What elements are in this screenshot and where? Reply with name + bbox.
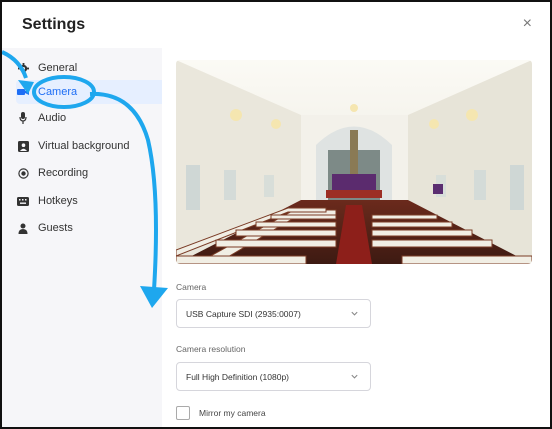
settings-sidebar: General Camera Audio Virtual background … <box>2 48 162 427</box>
sidebar-item-audio[interactable]: Audio <box>16 106 162 130</box>
sidebar-item-label: Hotkeys <box>38 195 78 207</box>
sidebar-item-label: Guests <box>38 222 73 234</box>
person-icon <box>16 221 30 235</box>
mirror-camera-checkbox[interactable] <box>176 406 190 420</box>
dialog-title: Settings <box>22 16 86 33</box>
camera-preview <box>176 60 532 264</box>
sidebar-item-recording[interactable]: Recording <box>16 161 162 185</box>
sidebar-item-guests[interactable]: Guests <box>16 216 162 240</box>
camera-select-value: USB Capture SDI (2935:0007) <box>186 308 301 319</box>
mirror-camera-label: Mirror my camera <box>199 408 266 418</box>
chevron-down-icon <box>351 374 358 379</box>
image-icon <box>16 139 30 153</box>
microphone-icon <box>16 111 30 125</box>
sidebar-item-general[interactable]: General <box>16 56 162 80</box>
settings-dialog: Settings × General Camera Audio Virtual … <box>0 0 552 429</box>
chevron-down-icon <box>351 311 358 316</box>
record-icon <box>16 166 30 180</box>
camera-icon <box>16 85 30 99</box>
camera-resolution-value: Full High Definition (1080p) <box>186 371 289 382</box>
camera-select[interactable]: USB Capture SDI (2935:0007) <box>176 299 371 328</box>
close-icon[interactable]: × <box>523 16 532 32</box>
sidebar-item-label: General <box>38 62 78 74</box>
gear-icon <box>16 61 30 75</box>
sidebar-item-camera[interactable]: Camera <box>16 80 162 104</box>
sidebar-item-label: Audio <box>38 112 67 124</box>
sidebar-item-virtual-background[interactable]: Virtual background <box>16 134 162 158</box>
camera-resolution-select[interactable]: Full High Definition (1080p) <box>176 362 371 391</box>
sidebar-item-label: Recording <box>38 167 89 179</box>
keyboard-icon <box>16 194 30 208</box>
sidebar-item-label: Camera <box>38 86 78 98</box>
mirror-camera-row[interactable]: Mirror my camera <box>176 406 266 420</box>
sidebar-item-label: Virtual background <box>38 140 130 152</box>
sidebar-item-hotkeys[interactable]: Hotkeys <box>16 189 162 213</box>
camera-resolution-label: Camera resolution <box>176 344 246 354</box>
camera-label: Camera <box>176 282 207 292</box>
